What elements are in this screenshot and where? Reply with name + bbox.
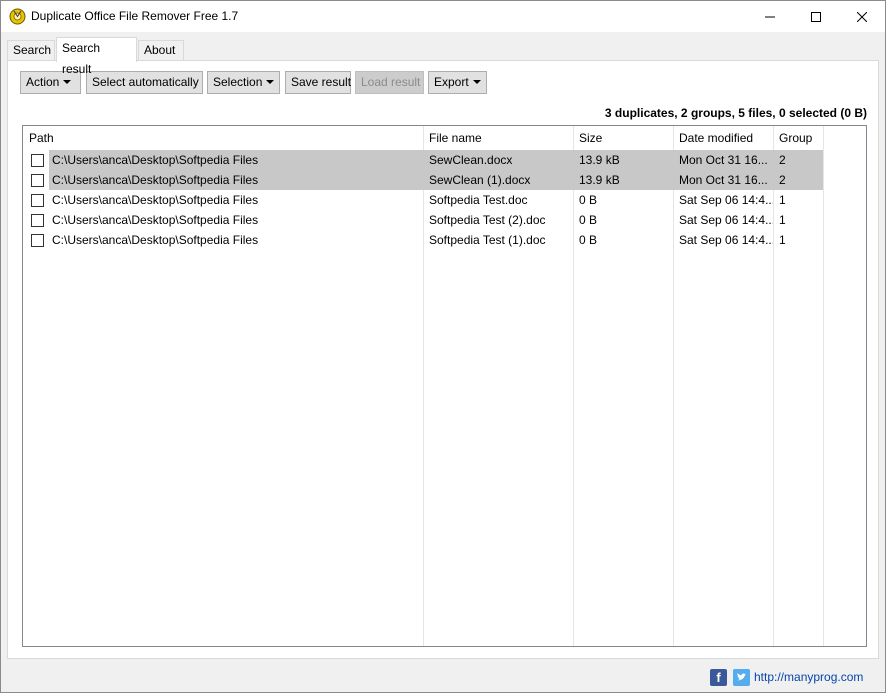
row-checkbox[interactable] [31,174,44,187]
website-link[interactable]: http://manyprog.com [754,670,863,684]
selection-button[interactable]: Selection [207,71,280,94]
column-header-size[interactable]: Size [573,126,673,150]
cell-date-modified: Mon Oct 31 16... [673,170,773,190]
export-button[interactable]: Export [428,71,487,94]
results-table[interactable]: Path File name Size Date modified Group … [22,125,867,647]
chevron-down-icon [63,79,72,84]
cell-date-modified: Sat Sep 06 14:4... [679,193,773,207]
cell-size: 13.9 kB [573,170,673,190]
cell-path: C:\Users\anca\Desktop\Softpedia Files [49,170,423,190]
cell-size: 0 B [579,213,598,227]
cell-size: 0 B [579,193,598,207]
cell-group: 2 [773,150,823,170]
cell-file-name: Softpedia Test.doc [429,193,528,207]
cell-size: 13.9 kB [573,150,673,170]
cell-file-name: Softpedia Test (1).doc [429,233,546,247]
close-button[interactable] [839,1,885,32]
selection-button-label: Selection [213,75,263,89]
row-checkbox[interactable] [31,194,44,207]
load-result-button[interactable]: Load result [355,71,424,94]
save-result-button[interactable]: Save result [285,71,351,94]
minimize-button[interactable] [747,1,793,32]
tab-search-result[interactable]: Search result [56,37,137,76]
cell-file-name: Softpedia Test (2).doc [429,213,546,227]
row-checkbox[interactable] [31,214,44,227]
maximize-icon [811,11,821,22]
export-button-label: Export [434,75,469,89]
facebook-icon[interactable]: f [710,669,727,686]
cell-path: C:\Users\anca\Desktop\Softpedia Files [52,193,259,207]
tab-search[interactable]: Search [7,40,55,61]
minimize-icon [765,16,775,17]
column-header-file-name[interactable]: File name [423,126,573,150]
cell-file-name: SewClean (1).docx [423,170,573,190]
select-automatically-button[interactable]: Select automatically [86,71,203,94]
cell-path: C:\Users\anca\Desktop\Softpedia Files [52,233,259,247]
result-summary: 3 duplicates, 2 groups, 5 files, 0 selec… [604,106,867,120]
cell-group: 1 [779,213,786,227]
table-row[interactable]: C:\Users\anca\Desktop\Softpedia Files So… [23,210,823,230]
cell-date-modified: Sat Sep 06 14:4... [679,213,773,227]
app-logo-icon [9,8,26,25]
close-icon [857,11,867,22]
column-header-path[interactable]: Path [23,126,423,150]
cell-date-modified: Sat Sep 06 14:4... [679,233,773,247]
chevron-down-icon [472,79,481,84]
twitter-icon[interactable] [733,669,750,686]
cell-size: 0 B [579,233,598,247]
app-window: Duplicate Office File Remover Free 1.7 S… [0,0,886,693]
cell-group: 2 [773,170,823,190]
maximize-button[interactable] [793,1,839,32]
column-header-date-modified[interactable]: Date modified [673,126,773,150]
table-row[interactable]: C:\Users\anca\Desktop\Softpedia Files Se… [23,170,823,190]
column-header-group[interactable]: Group [773,126,823,150]
column-divider [823,126,824,646]
cell-group: 1 [779,233,786,247]
table-row[interactable]: C:\Users\anca\Desktop\Softpedia Files So… [23,190,823,210]
action-button-label: Action [26,75,60,89]
chevron-down-icon [266,79,275,84]
row-checkbox[interactable] [31,154,44,167]
cell-group: 1 [779,193,786,207]
row-checkbox[interactable] [31,234,44,247]
cell-path: C:\Users\anca\Desktop\Softpedia Files [49,150,423,170]
window-title: Duplicate Office File Remover Free 1.7 [31,9,239,23]
tab-about[interactable]: About [138,40,184,61]
tab-strip: Search Search result About [7,37,877,76]
cell-date-modified: Mon Oct 31 16... [673,150,773,170]
title-bar[interactable]: Duplicate Office File Remover Free 1.7 [1,1,885,32]
cell-path: C:\Users\anca\Desktop\Softpedia Files [52,213,259,227]
cell-file-name: SewClean.docx [423,150,573,170]
table-row[interactable]: C:\Users\anca\Desktop\Softpedia Files So… [23,230,823,250]
search-result-panel: Action Select automatically Selection Sa… [7,60,879,659]
table-row[interactable]: C:\Users\anca\Desktop\Softpedia Files Se… [23,150,823,170]
